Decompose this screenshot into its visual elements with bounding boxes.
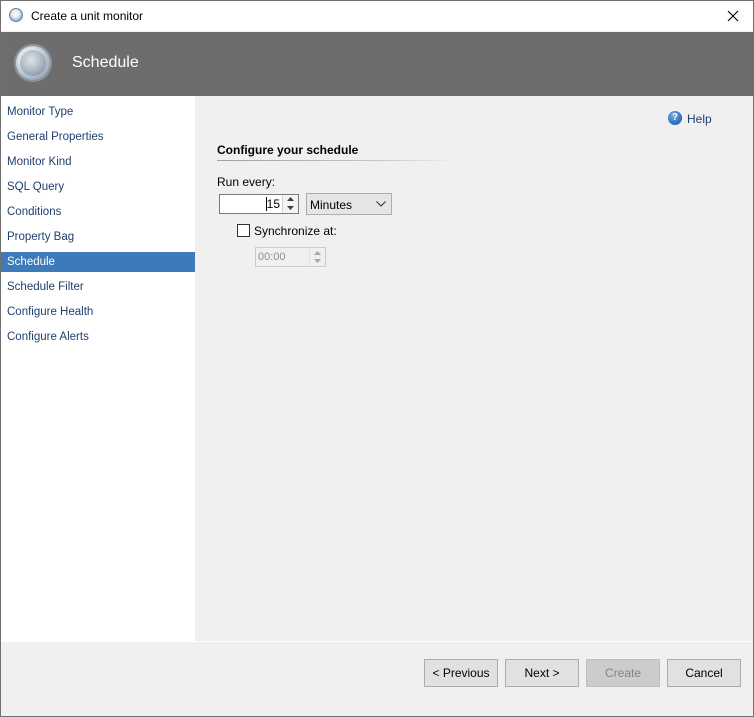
section-title: Configure your schedule — [217, 143, 359, 157]
section-divider — [217, 160, 457, 161]
chevron-down-icon — [376, 201, 386, 207]
close-icon — [727, 10, 739, 22]
nav-item-monitor-type[interactable]: Monitor Type — [1, 102, 195, 122]
help-label: Help — [687, 112, 712, 126]
synchronize-checkbox[interactable] — [237, 224, 250, 237]
wizard-step-nav: Monitor Type General Properties Monitor … — [1, 96, 195, 641]
interval-unit-select[interactable]: Minutes — [306, 193, 392, 215]
arrow-down-icon — [314, 259, 321, 263]
arrow-up-icon — [314, 251, 321, 255]
nav-item-schedule-filter[interactable]: Schedule Filter — [1, 277, 195, 297]
create-unit-monitor-dialog: Create a unit monitor Schedule Monitor T… — [0, 0, 754, 717]
schedule-panel: ? Help Configure your schedule Run every… — [196, 96, 753, 641]
page-header-banner: Schedule — [1, 32, 753, 96]
arrow-up-icon — [287, 197, 294, 201]
footer-divider — [1, 641, 753, 642]
interval-unit-value: Minutes — [310, 198, 353, 212]
run-every-value[interactable]: 15 — [267, 197, 280, 211]
run-every-spin-buttons — [282, 195, 298, 213]
create-button[interactable]: Create — [586, 659, 660, 687]
synchronize-label[interactable]: Synchronize at: — [254, 224, 337, 238]
title-bar: Create a unit monitor — [1, 1, 753, 31]
synchronize-time-value: 00:00 — [258, 251, 286, 263]
nav-item-schedule[interactable]: Schedule — [1, 252, 195, 272]
cancel-button[interactable]: Cancel — [667, 659, 741, 687]
next-button[interactable]: Next > — [505, 659, 579, 687]
close-button[interactable] — [713, 1, 753, 31]
monitor-orb-icon — [14, 44, 52, 82]
help-icon: ? — [668, 111, 682, 125]
nav-item-sql-query[interactable]: SQL Query — [1, 177, 195, 197]
previous-button[interactable]: < Previous — [424, 659, 498, 687]
arrow-down-icon — [287, 206, 294, 210]
run-every-label: Run every: — [217, 175, 276, 189]
nav-item-configure-health[interactable]: Configure Health — [1, 302, 195, 322]
nav-item-monitor-kind[interactable]: Monitor Kind — [1, 152, 195, 172]
run-every-stepper[interactable]: 15 — [219, 194, 299, 214]
nav-item-conditions[interactable]: Conditions — [1, 202, 195, 222]
synchronize-time-spin-buttons — [309, 248, 325, 266]
nav-item-configure-alerts[interactable]: Configure Alerts — [1, 327, 195, 347]
run-every-decrement-button[interactable] — [283, 204, 298, 213]
window-title: Create a unit monitor — [31, 9, 144, 23]
synchronize-time-stepper: 00:00 — [255, 247, 326, 267]
nav-item-property-bag[interactable]: Property Bag — [1, 227, 195, 247]
monitor-app-icon — [9, 8, 23, 22]
nav-item-general-properties[interactable]: General Properties — [1, 127, 195, 147]
page-title: Schedule — [72, 54, 139, 71]
